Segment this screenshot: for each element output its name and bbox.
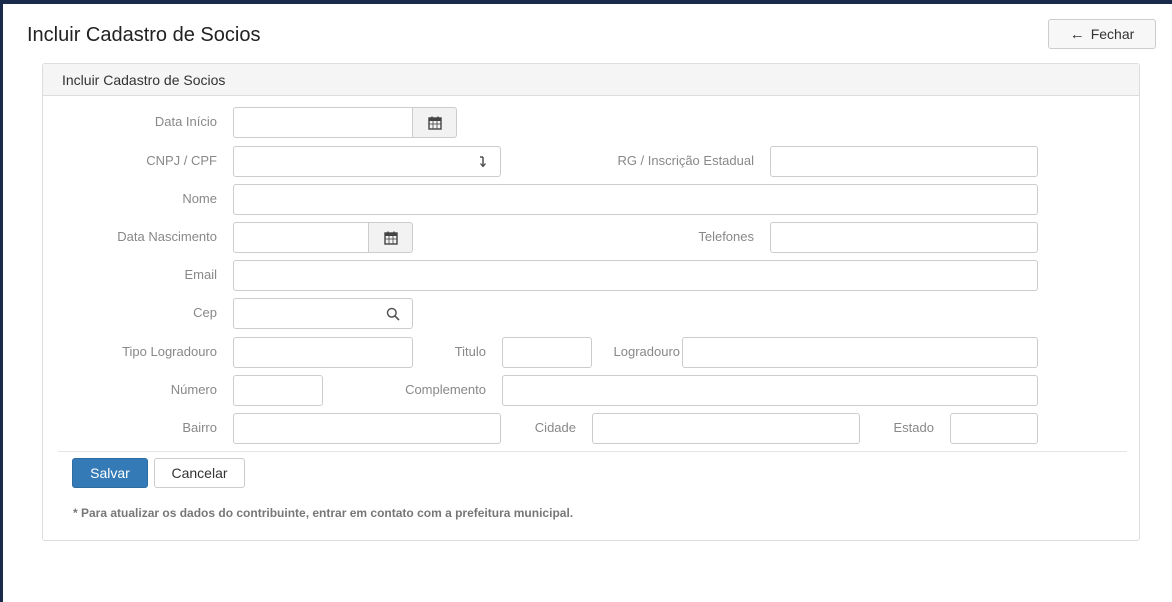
tipo-logradouro-label: Tipo Logradouro [122,344,217,359]
complemento-input[interactable] [502,375,1038,406]
page-title: Incluir Cadastro de Socios [27,24,261,46]
bairro-input[interactable] [233,413,501,444]
bairro-label: Bairro [182,420,217,435]
data-nascimento-input[interactable] [233,222,369,253]
close-button[interactable]: ← Fechar [1048,19,1156,49]
window-frame-top [0,0,1172,4]
email-input[interactable] [233,260,1038,291]
data-nascimento-label: Data Nascimento [117,229,217,244]
calendar-icon [383,231,398,245]
numero-input[interactable] [233,375,323,406]
panel-title: Incluir Cadastro de Socios [43,64,1139,96]
search-icon[interactable] [383,298,403,329]
logradouro-label: Logradouro [613,344,681,359]
nome-label: Nome [182,191,217,206]
data-inicio-calendar-button[interactable] [412,107,457,138]
rg-ie-input[interactable] [770,146,1038,177]
arrow-down-icon[interactable] [476,146,490,177]
form-divider [58,451,1127,452]
data-inicio-input[interactable] [233,107,413,138]
telefones-input[interactable] [770,222,1038,253]
data-nascimento-calendar-button[interactable] [368,222,413,253]
cnpj-cpf-label: CNPJ / CPF [146,153,217,168]
info-note: * Para atualizar os dados do contribuint… [73,506,574,520]
logradouro-input[interactable] [682,337,1038,368]
estado-label: Estado [893,420,934,435]
save-button[interactable]: Salvar [72,458,148,488]
data-inicio-label: Data Início [154,114,217,129]
cnpj-cpf-input[interactable] [233,146,501,177]
rg-ie-label: RG / Inscrição Estadual [617,153,754,168]
titulo-input[interactable] [502,337,592,368]
telefones-label: Telefones [698,229,754,244]
close-button-label: Fechar [1090,26,1135,42]
cidade-input[interactable] [592,413,860,444]
numero-label: Número [170,382,217,397]
cancel-button[interactable]: Cancelar [154,458,245,488]
email-label: Email [184,267,217,282]
nome-input[interactable] [233,184,1038,215]
estado-input[interactable] [950,413,1038,444]
tipo-logradouro-input[interactable] [233,337,413,368]
titulo-label: Titulo [454,344,486,359]
calendar-icon [427,116,442,130]
arrow-left-icon: ← [1069,25,1085,43]
cep-label: Cep [193,305,217,320]
cidade-label: Cidade [534,420,576,435]
complemento-label: Complemento [405,382,486,397]
window-frame-left [0,0,3,602]
